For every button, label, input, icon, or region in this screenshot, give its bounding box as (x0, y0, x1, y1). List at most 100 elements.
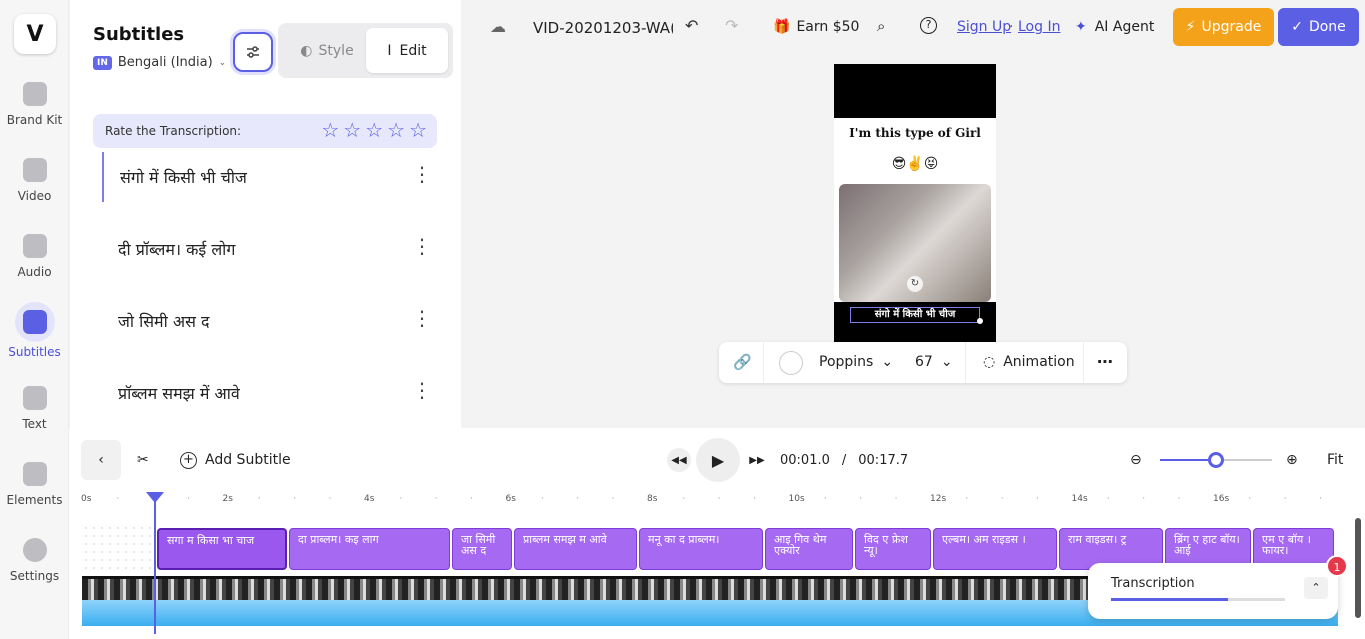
subtitle-clip[interactable]: मनू का द प्राब्लम। (639, 528, 763, 570)
subtitle-clip[interactable]: आइ गिव थेम एक्योर (765, 528, 853, 570)
earn-button[interactable]: 🎁 Earn $50 (773, 19, 859, 35)
help-icon[interactable]: ? (920, 17, 937, 34)
language-label: Bengali (India) (118, 55, 213, 70)
app-logo[interactable]: V (14, 14, 56, 54)
search-icon[interactable]: ⌕ (877, 17, 885, 35)
time-separator: / (842, 453, 846, 468)
ruler-tick-dot: · (1107, 494, 1110, 504)
more-options-icon[interactable]: ⋮ (412, 308, 432, 328)
video-caption[interactable]: संगो में किसी भी चीज (850, 307, 980, 323)
add-subtitle-label: Add Subtitle (205, 452, 291, 468)
subtitle-clip[interactable]: प्राब्लम समझ म आवे (514, 528, 637, 570)
subtitle-clip[interactable]: सगा म किसा भा चाज (157, 528, 287, 570)
link-icon[interactable]: 🔗 (733, 353, 752, 371)
forward-button[interactable]: ▶▶ (745, 440, 769, 480)
split-button[interactable]: ✂ (137, 440, 149, 480)
fit-label: Fit (1327, 452, 1343, 468)
language-selector[interactable]: IN Bengali (India) ⌄ (93, 55, 226, 70)
more-options-icon[interactable]: ⋯ (1097, 352, 1113, 371)
subtitle-clip[interactable]: एल्बम। अम राइडस । (933, 528, 1057, 570)
sign-up-link[interactable]: Sign Up (957, 19, 1011, 35)
ruler-tick-dot: · (576, 494, 579, 504)
rotate-icon[interactable]: ↻ (907, 276, 923, 292)
upgrade-label: Upgrade (1201, 19, 1261, 35)
star-icon[interactable]: ☆ (343, 120, 361, 140)
add-subtitle-button[interactable]: + Add Subtitle (180, 440, 291, 480)
star-icon[interactable]: ☆ (321, 120, 339, 140)
redo-icon[interactable]: ↷ (725, 16, 738, 35)
play-button[interactable]: ▶ (696, 438, 740, 482)
collapse-button[interactable]: ‹ (81, 440, 121, 480)
ruler-tick-dot: · (718, 494, 721, 504)
star-icon[interactable]: ☆ (409, 120, 427, 140)
ruler-tick-dot: · (435, 494, 438, 504)
ruler-tick-dot: · (116, 494, 119, 504)
ruler-tick-label: 0s (81, 494, 91, 504)
done-button[interactable]: ✓ Done (1278, 8, 1359, 46)
fit-button[interactable]: Fit (1327, 440, 1343, 480)
subtitle-text[interactable]: दी प्रॉब्लम। कई लोग (118, 238, 235, 260)
subtitle-item[interactable]: जो सिमी अस द ⋮ (102, 296, 442, 346)
subtitle-settings-button[interactable] (233, 32, 273, 72)
collapse-toast-button[interactable]: ⌃ (1304, 577, 1328, 599)
rewind-button[interactable]: ◀◀ (667, 448, 691, 472)
text-cursor-icon: I (387, 43, 391, 59)
ruler-tick-label: 2s (223, 494, 233, 504)
ruler-tick-dot: · (329, 494, 332, 504)
subtitle-clip[interactable]: दा प्राब्लम। कइ लाग (289, 528, 450, 570)
star-icon[interactable]: ☆ (387, 120, 405, 140)
undo-icon[interactable]: ↶ (685, 16, 698, 35)
color-swatch[interactable] (779, 351, 803, 375)
rail-subtitles[interactable]: Subtitles (0, 302, 69, 359)
zoom-out-button[interactable]: ⊖ (1130, 440, 1142, 480)
ai-agent-button[interactable]: ✦ AI Agent (1075, 19, 1154, 35)
more-options-icon[interactable]: ⋮ (412, 236, 432, 256)
ruler-tick-label: 4s (364, 494, 374, 504)
ruler-tick-dot: · (1284, 494, 1287, 504)
rail-label: Subtitles (8, 345, 61, 359)
subtitle-clip[interactable]: जा सिमी अस द (452, 528, 512, 570)
subtitle-item[interactable]: प्रॉब्लम समझ में आवे ⋮ (102, 368, 442, 418)
rail-brand-kit[interactable]: Brand Kit (0, 82, 69, 127)
ruler-tick-dot: · (753, 494, 756, 504)
zoom-slider[interactable] (1160, 459, 1272, 461)
log-in-link[interactable]: Log In (1018, 19, 1060, 35)
tab-style[interactable]: ◐ Style (288, 28, 366, 73)
subtitle-text[interactable]: संगो में किसी भी चीज (120, 166, 247, 188)
chevron-left-icon: ‹ (98, 452, 104, 468)
subtitle-item[interactable]: दी प्रॉब्लम। कई लोग ⋮ (102, 224, 442, 274)
rail-audio[interactable]: Audio (0, 234, 69, 279)
more-options-icon[interactable]: ⋮ (412, 164, 432, 184)
project-filename[interactable]: VID-20201203-WA( (533, 19, 673, 37)
resize-handle[interactable] (977, 318, 983, 324)
zoom-slider-thumb[interactable] (1208, 452, 1224, 468)
subtitle-text[interactable]: जो सिमी अस द (118, 310, 209, 332)
rail-elements[interactable]: Elements (0, 462, 69, 507)
brand-kit-icon (23, 82, 47, 106)
transcription-progress-fill (1111, 598, 1228, 601)
zoom-in-button[interactable]: ⊕ (1286, 440, 1298, 480)
more-options-icon[interactable]: ⋮ (412, 380, 432, 400)
playhead[interactable] (154, 494, 156, 634)
ruler-tick-dot: · (1001, 494, 1004, 504)
tab-edit[interactable]: I Edit (366, 28, 448, 73)
timeline-scrollbar[interactable] (1355, 518, 1361, 618)
font-dropdown[interactable]: Poppins ⌄ (819, 354, 893, 370)
rail-video[interactable]: Video (0, 158, 69, 203)
subtitle-item[interactable]: संगो में किसी भी चीज ⋮ (102, 152, 442, 202)
subtitle-clip[interactable]: विद ए फ्रेश न्यू। (855, 528, 931, 570)
rail-settings[interactable]: Settings (0, 538, 69, 583)
upgrade-button[interactable]: ⚡ Upgrade (1173, 8, 1274, 46)
link-separator: · (1009, 19, 1013, 35)
divider (1083, 342, 1084, 383)
rail-label: Brand Kit (7, 113, 62, 127)
subtitle-text[interactable]: प्रॉब्लम समझ में आवे (118, 382, 240, 404)
video-preview[interactable]: I'm this type of Girl 😎✌️😝 ↻ संगो में कि… (834, 64, 996, 342)
animation-button[interactable]: ◌ Animation (983, 354, 1075, 370)
ruler-tick-dot: · (293, 494, 296, 504)
font-size-dropdown[interactable]: 67 ⌄ (915, 354, 953, 370)
tab-edit-label: Edit (400, 43, 427, 59)
rail-text[interactable]: Text (0, 386, 69, 431)
time-ruler[interactable]: 0s···2s···4s···6s···8s···10s···12s···14s… (81, 494, 1351, 510)
star-icon[interactable]: ☆ (365, 120, 383, 140)
